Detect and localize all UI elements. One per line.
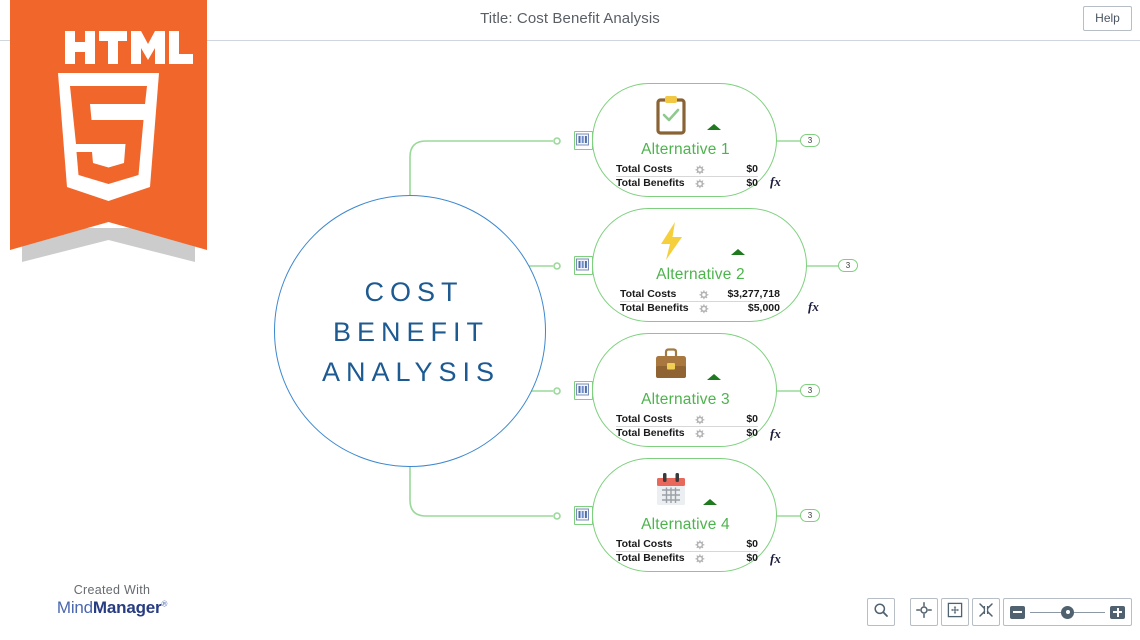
connector-layer: [409, 137, 838, 525]
center-map-button[interactable]: [910, 598, 938, 626]
search-button[interactable]: [867, 598, 895, 626]
topic-stats-3: Total Costs $0 Total Benefits $0: [616, 413, 758, 440]
stat-row: Total Costs $0: [616, 538, 758, 552]
subtopic-count-badge-3[interactable]: 3: [800, 384, 820, 397]
formula-indicator-1[interactable]: fx: [770, 174, 781, 190]
topic-alternative-1[interactable]: Alternative 1 Total Costs $0 Total Benef…: [592, 83, 777, 197]
stat-label: Total Benefits: [616, 427, 685, 439]
stat-row: Total Benefits $0: [616, 177, 758, 190]
subtopic-count-badge-4[interactable]: 3: [800, 509, 820, 522]
zoom-out-button[interactable]: [1010, 605, 1025, 619]
briefcase-icon: [650, 344, 692, 388]
collapse-arrow-icon-4[interactable]: [703, 499, 717, 505]
stat-label: Total Benefits: [616, 552, 685, 564]
formula-indicator-3[interactable]: fx: [770, 426, 781, 442]
formula-indicator-2[interactable]: fx: [808, 299, 819, 315]
wordmark-mind: Mind: [56, 598, 93, 617]
collapse-icon: [978, 602, 994, 623]
stat-value: $0: [746, 177, 758, 189]
collapse-arrow-icon-1[interactable]: [707, 124, 721, 130]
topic-stats-1: Total Costs $0 Total Benefits $0: [616, 163, 758, 190]
node-marker-3[interactable]: [574, 381, 593, 400]
node-marker-1[interactable]: [574, 131, 593, 150]
help-button[interactable]: Help: [1083, 6, 1132, 31]
node-marker-2[interactable]: [574, 256, 593, 275]
gear-icon[interactable]: [698, 303, 709, 314]
gear-icon[interactable]: [694, 553, 705, 564]
mind-map-canvas[interactable]: COST BENEFIT ANALYSIS Alternative 1 Tota…: [0, 41, 1140, 594]
wordmark-manager: Manager: [92, 598, 162, 617]
node-marker-4[interactable]: [574, 506, 593, 525]
mindmanager-wordmark: MindManager®: [22, 598, 202, 618]
created-with-label: Created With: [73, 583, 151, 597]
topic-title-1: Alternative 1: [641, 141, 730, 158]
stat-label: Total Costs: [616, 538, 673, 550]
topic-stats-4: Total Costs $0 Total Benefits $0: [616, 538, 758, 565]
gear-icon[interactable]: [694, 178, 705, 189]
topic-alternative-2[interactable]: Alternative 2 Total Costs $3,277,718 Tot…: [592, 208, 807, 322]
lightning-bolt-icon: [651, 219, 693, 263]
stat-label: Total Benefits: [620, 302, 689, 314]
topic-title-4: Alternative 4: [641, 516, 730, 533]
central-topic-label: COST BENEFIT ANALYSIS: [321, 277, 501, 387]
gear-icon[interactable]: [694, 428, 705, 439]
stat-row: Total Costs $3,277,718: [620, 288, 780, 302]
stat-row: Total Benefits $5,000: [620, 302, 780, 315]
stat-row: Total Costs $0: [616, 163, 758, 177]
stat-value: $5,000: [747, 302, 780, 314]
clipboard-check-icon: [650, 94, 692, 138]
stat-value: $0: [746, 413, 758, 425]
search-icon: [873, 602, 889, 623]
mindmanager-branding: Created With MindManager®: [22, 583, 202, 618]
topic-stats-2: Total Costs $3,277,718 Total Benefits $5…: [620, 288, 780, 315]
collapse-arrow-icon-3[interactable]: [707, 374, 721, 380]
central-topic[interactable]: COST BENEFIT ANALYSIS: [274, 195, 546, 467]
bottom-toolbar[interactable]: [867, 598, 1132, 626]
calendar-icon: [650, 469, 692, 513]
subtopic-count-badge-2[interactable]: 3: [838, 259, 858, 272]
stat-value: $0: [746, 427, 758, 439]
stat-label: Total Costs: [616, 163, 673, 175]
gear-icon[interactable]: [694, 539, 705, 550]
fit-to-page-button[interactable]: [941, 598, 969, 626]
collapse-button[interactable]: [972, 598, 1000, 626]
stat-label: Total Costs: [616, 413, 673, 425]
topic-title-2: Alternative 2: [656, 266, 745, 283]
topic-alternative-3[interactable]: Alternative 3 Total Costs $0 Total Benef…: [592, 333, 777, 447]
gear-icon[interactable]: [694, 414, 705, 425]
fit-to-page-icon: [947, 602, 963, 623]
stat-row: Total Benefits $0: [616, 552, 758, 565]
zoom-in-button[interactable]: [1110, 605, 1125, 619]
zoom-control[interactable]: [1003, 598, 1132, 626]
topic-alternative-4[interactable]: Alternative 4 Total Costs $0 Total Benef…: [592, 458, 777, 572]
stat-label: Total Benefits: [616, 177, 685, 189]
zoom-slider-track[interactable]: [1030, 605, 1105, 619]
stat-value: $3,277,718: [727, 288, 780, 300]
formula-indicator-4[interactable]: fx: [770, 551, 781, 567]
registered-mark: ®: [161, 599, 168, 609]
stat-value: $0: [746, 538, 758, 550]
stat-label: Total Costs: [620, 288, 677, 300]
subtopic-count-badge-1[interactable]: 3: [800, 134, 820, 147]
stat-value: $0: [746, 552, 758, 564]
stat-row: Total Benefits $0: [616, 427, 758, 440]
zoom-slider-handle[interactable]: [1061, 605, 1074, 619]
gear-icon[interactable]: [698, 289, 709, 300]
stat-value: $0: [746, 163, 758, 175]
collapse-arrow-icon-2[interactable]: [731, 249, 745, 255]
gear-icon[interactable]: [694, 164, 705, 175]
stat-row: Total Costs $0: [616, 413, 758, 427]
center-map-icon: [916, 601, 932, 623]
topic-title-3: Alternative 3: [641, 391, 730, 408]
